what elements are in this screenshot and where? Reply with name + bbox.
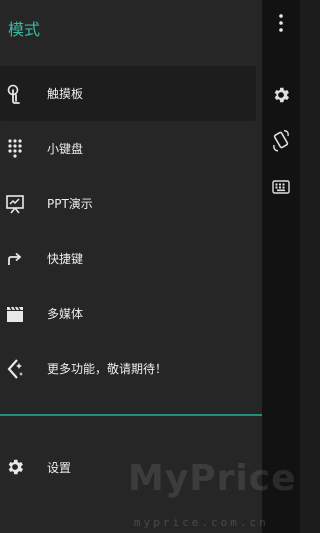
menu-item-touchpad[interactable]: 触摸板 [0, 66, 256, 121]
navigation-drawer: 模式 触摸板 小键盘 PPT演示 快捷键 多媒体 更多功能，敬请期待！ 设置 [0, 0, 262, 533]
side-toolbar [262, 0, 300, 533]
touch-icon [4, 83, 26, 105]
drawer-header: 模式 [0, 0, 262, 56]
keyboard-icon[interactable] [271, 176, 291, 198]
clapperboard-icon [4, 303, 26, 325]
menu-item-keypad[interactable]: 小键盘 [0, 121, 262, 176]
menu-item-multimedia[interactable]: 多媒体 [0, 286, 262, 341]
screen-rotate-icon[interactable] [271, 130, 291, 152]
menu-item-label: 小键盘 [47, 142, 84, 156]
presentation-icon [4, 193, 26, 215]
menu-item-more-features[interactable]: 更多功能，敬请期待！ [0, 341, 262, 396]
more-features-icon [4, 358, 26, 380]
menu-item-label: 触摸板 [47, 87, 84, 101]
keypad-icon [4, 138, 26, 160]
divider [0, 414, 262, 416]
shortcut-arrow-icon [4, 248, 26, 270]
gear-icon[interactable] [271, 84, 291, 106]
drawer-title: 模式 [8, 20, 41, 39]
menu-item-label: 快捷键 [47, 252, 84, 266]
mode-menu: 触摸板 小键盘 PPT演示 快捷键 多媒体 更多功能，敬请期待！ [0, 66, 262, 396]
more-vert-icon[interactable] [271, 12, 291, 34]
menu-item-shortcut[interactable]: 快捷键 [0, 231, 262, 286]
gear-icon [5, 457, 25, 477]
menu-item-label: 多媒体 [47, 307, 84, 321]
settings-label: 设置 [47, 460, 72, 475]
menu-item-label: 更多功能，敬请期待！ [47, 362, 168, 376]
menu-item-settings[interactable]: 设置 [0, 441, 262, 493]
menu-item-ppt[interactable]: PPT演示 [0, 176, 262, 231]
menu-item-label: PPT演示 [47, 197, 93, 211]
